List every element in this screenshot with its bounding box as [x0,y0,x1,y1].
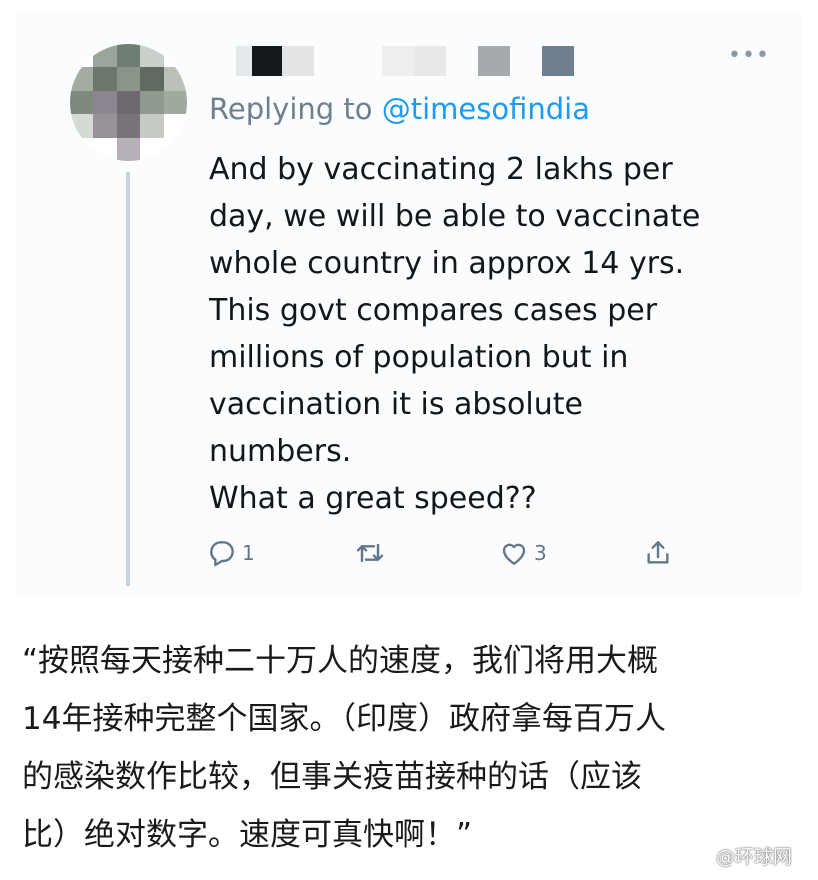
replying-to: Replying to @timesofindia [209,92,590,126]
tweet-actions: 1 3 [16,537,802,577]
tweet-text: And by vaccinating 2 lakhs per day, we w… [209,146,789,522]
watermark: @环球网 [690,842,792,869]
comment-icon [210,541,234,567]
tweet-text-line: And by vaccinating 2 lakhs per [209,152,673,187]
replying-prefix: Replying to [209,92,373,126]
caption-text: “按照每天接种二十万人的速度，我们将用大概 14年接种完整个国家。（印度）政府拿… [22,632,806,864]
avatar[interactable] [70,44,187,161]
tweet-text-line: This govt compares cases per [209,293,658,328]
retweet-icon [356,543,384,563]
like-button[interactable]: 3 [498,537,547,569]
caption-line: 比）绝对数字。速度可真快啊！” [22,817,473,853]
watermark-text: @环球网 [716,846,793,868]
tweet-text-line: numbers. [209,434,352,469]
share-icon [647,541,669,564]
tweet-text-line: vaccination it is absolute [209,387,583,422]
share-button[interactable] [642,537,674,569]
tweet-text-line: What a great speed?? [209,481,537,516]
tweet-text-line: day, we will be able to vaccinate [209,199,701,234]
caption-line: “按照每天接种二十万人的速度，我们将用大概 [22,643,659,679]
reply-count: 1 [242,541,255,565]
tweet-card: ••• Replying to @timesofindia And by vac… [16,12,802,598]
heart-icon [502,543,526,565]
like-count: 3 [534,541,547,565]
more-horizontal-icon[interactable]: ••• [728,45,770,67]
weibo-logo-icon [691,847,711,864]
caption-line: 的感染数作比较，但事关疫苗接种的话（应该 [22,759,642,795]
retweet-button[interactable] [354,537,386,569]
reply-button[interactable]: 1 [206,537,255,569]
caption-line: 14年接种完整个国家。（印度）政府拿每百万人 [22,701,666,737]
replying-handle-link[interactable]: @timesofindia [382,92,590,126]
tweet-text-line: millions of population but in [209,340,629,375]
tweet-text-line: whole country in approx 14 yrs. [209,246,685,281]
thread-line [126,172,130,586]
